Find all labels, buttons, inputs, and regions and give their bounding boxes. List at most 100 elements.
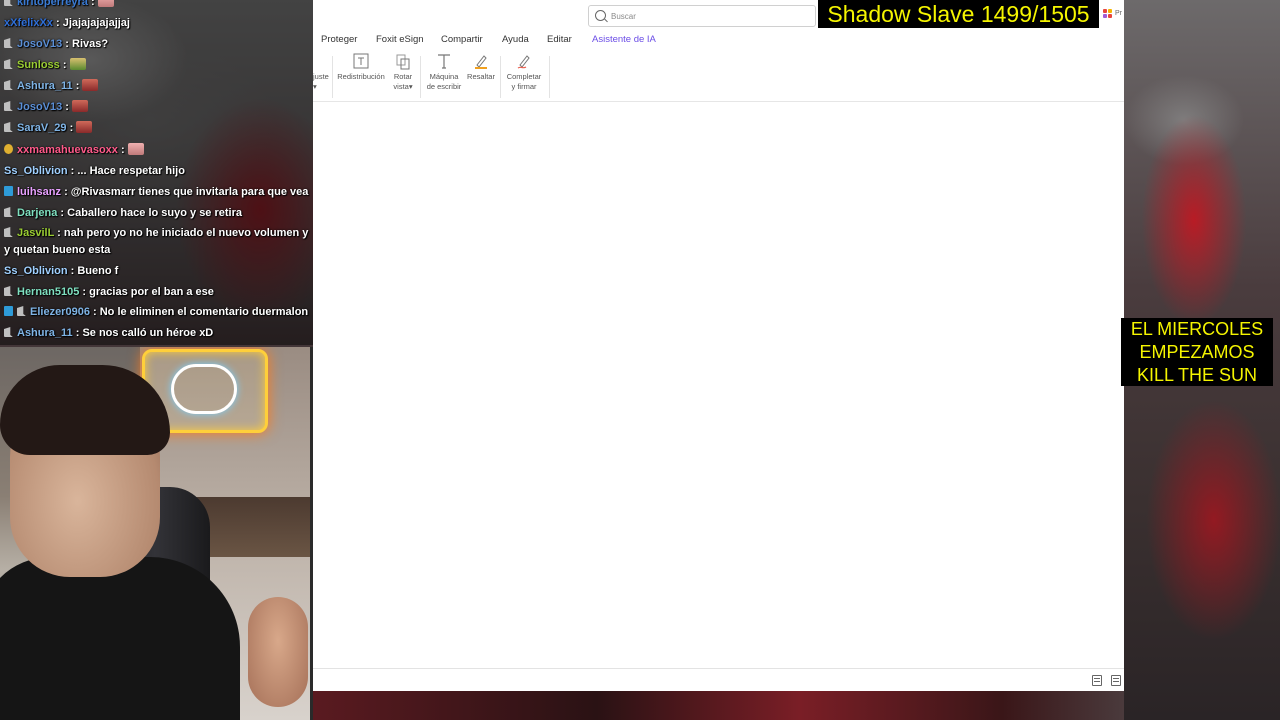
chat-text: No le eliminen el comentario duermalon [99, 306, 309, 318]
chat-separator: : [52, 17, 63, 29]
chat-username[interactable]: Ss_Oblivion [4, 265, 68, 277]
chat-badge-icon [4, 286, 13, 296]
chat-badge-icon [4, 38, 13, 48]
menu-asistente-ia[interactable]: Asistente de IA [592, 34, 656, 45]
reflow-icon [335, 52, 387, 70]
resaltar-button[interactable]: Resaltar [465, 52, 497, 82]
chat-badge-icon [4, 80, 13, 90]
maquina-label: Máquina [429, 72, 459, 81]
chat-username[interactable]: Ashura_11 [17, 80, 73, 92]
chat-separator: : [67, 165, 78, 177]
chat-separator: : [57, 207, 68, 219]
chat-message: JosoV13 : Rivas? [4, 36, 310, 53]
chat-separator: : [66, 122, 77, 134]
sub-badge-icon [4, 186, 13, 196]
chat-message: SaraV_29 : [4, 120, 310, 137]
chat-separator: : [59, 59, 70, 71]
chat-text: Jjajajajajajjaj [62, 17, 130, 29]
continuous-view-icon[interactable] [1111, 675, 1121, 686]
redistribucion-label: Redistribución [337, 72, 385, 81]
chat-badge-icon [4, 207, 13, 217]
chat-badge-icon [17, 306, 26, 316]
chat-message: JosoV13 : [4, 99, 310, 116]
chat-username[interactable]: xxmamahuevasoxx [17, 144, 118, 156]
chat-separator: : [62, 38, 73, 50]
chat-message: Ss_Oblivion : ... Hace respetar hijo [4, 163, 310, 180]
chat-message: Ashura_11 : [4, 78, 310, 95]
webcam-feed [0, 347, 310, 720]
highlighter-icon [465, 52, 497, 70]
chat-badge-icon [4, 59, 13, 69]
resaltar-label: Resaltar [467, 72, 495, 81]
chat-username[interactable]: Hernan5105 [17, 286, 79, 298]
apps-icon[interactable] [1103, 9, 1113, 19]
chat-username[interactable]: JasvilL [17, 227, 54, 239]
chat-username[interactable]: Ss_Oblivion [4, 165, 68, 177]
chat-separator: : [54, 227, 64, 239]
vista-label: vista▾ [393, 82, 413, 91]
chat-separator: : [72, 80, 83, 92]
menu-foxit-esign[interactable]: Foxit eSign [376, 34, 424, 45]
chat-text: Se nos calló un héroe xD [82, 327, 214, 339]
menu-editar[interactable]: Editar [547, 34, 572, 45]
maquina-escribir-button[interactable]: Máquina de escribir [423, 52, 465, 92]
chat-separator: : [89, 306, 100, 318]
chat-panel: kiritoperreyra : xXfelixXx : Jjajajajaja… [0, 0, 313, 345]
status-bar [313, 668, 1124, 691]
search-box[interactable] [588, 5, 816, 27]
schedule-line-2: EMPEZAMOS [1139, 342, 1255, 362]
rotate-icon [389, 52, 417, 70]
menu-proteger[interactable]: Proteger [321, 34, 357, 45]
stream-title-overlay: Shadow Slave 1499/1505 [818, 0, 1099, 28]
single-page-view-icon[interactable] [1092, 675, 1102, 686]
chat-message: Ss_Oblivion : Bueno f [4, 263, 310, 280]
chat-message: Sunloss : [4, 57, 310, 74]
chat-emote-icon [72, 100, 89, 112]
completar-firmar-button[interactable]: Completar y firmar [503, 52, 545, 92]
apps-label[interactable]: Pr [1115, 10, 1122, 17]
chat-text: gracias por el ban a ese [89, 286, 214, 298]
chat-text: ... Hace respetar hijo [77, 165, 185, 177]
chat-emote-icon [69, 58, 86, 70]
chat-message: xxmamahuevasoxx : [4, 142, 310, 159]
chat-username[interactable]: luihsanz [17, 186, 61, 198]
chat-text: Caballero hace lo suyo y se retira [67, 207, 242, 219]
chat-message: Hernan5105 : gracias por el ban a ese [4, 284, 310, 301]
schedule-overlay: EL MIERCOLES EMPEZAMOS KILL THE SUN [1121, 318, 1273, 386]
chat-separator: : [72, 327, 83, 339]
rotar-vista-button[interactable]: Rotar vista▾ [389, 52, 417, 92]
sub-badge-icon [4, 306, 13, 316]
chat-username[interactable]: JosoV13 [17, 38, 62, 50]
rotar-label: Rotar [393, 72, 413, 81]
chat-separator: : [87, 0, 98, 8]
chat-username[interactable]: Darjena [17, 207, 57, 219]
chat-message: Eliezer0906 : No le eliminen el comentar… [4, 304, 310, 321]
de-escribir-label: de escribir [426, 82, 462, 91]
menu-compartir[interactable]: Compartir [441, 34, 483, 45]
chat-message: Darjena : Caballero hace lo suyo y se re… [4, 205, 310, 222]
chat-emote-icon [97, 0, 114, 7]
chat-username[interactable]: JosoV13 [17, 101, 62, 113]
chat-badge-icon [4, 122, 13, 132]
chat-text: Bueno f [77, 265, 119, 277]
chat-separator: : [117, 144, 128, 156]
schedule-line-1: EL MIERCOLES [1130, 319, 1264, 339]
chat-separator: : [62, 101, 73, 113]
chat-username[interactable]: Eliezer0906 [30, 306, 90, 318]
chat-username[interactable]: Sunloss [17, 59, 60, 71]
chat-badge-icon [4, 327, 13, 337]
chat-username[interactable]: xXfelixXx [4, 17, 53, 29]
chat-username[interactable]: kiritoperreyra [17, 0, 88, 8]
chat-message: JasvilL : nah pero yo no he iniciado el … [4, 225, 310, 259]
chat-badge-icon [4, 0, 13, 6]
redistribucion-button[interactable]: Redistribución [335, 52, 387, 82]
completar-label: Completar [506, 72, 542, 81]
ribbon-toolbar: juste ▾ Redistribución Rotar vista▾ Máqu… [313, 52, 1124, 100]
chat-username[interactable]: SaraV_29 [17, 122, 67, 134]
document-area[interactable] [313, 102, 1124, 668]
chat-username[interactable]: Ashura_11 [17, 327, 73, 339]
chat-message: Ashura_11 : Se nos calló un héroe xD [4, 325, 310, 342]
ribbon-partial-button[interactable]: juste ▾ [313, 52, 333, 92]
search-input[interactable] [609, 8, 803, 25]
menu-ayuda[interactable]: Ayuda [502, 34, 529, 45]
